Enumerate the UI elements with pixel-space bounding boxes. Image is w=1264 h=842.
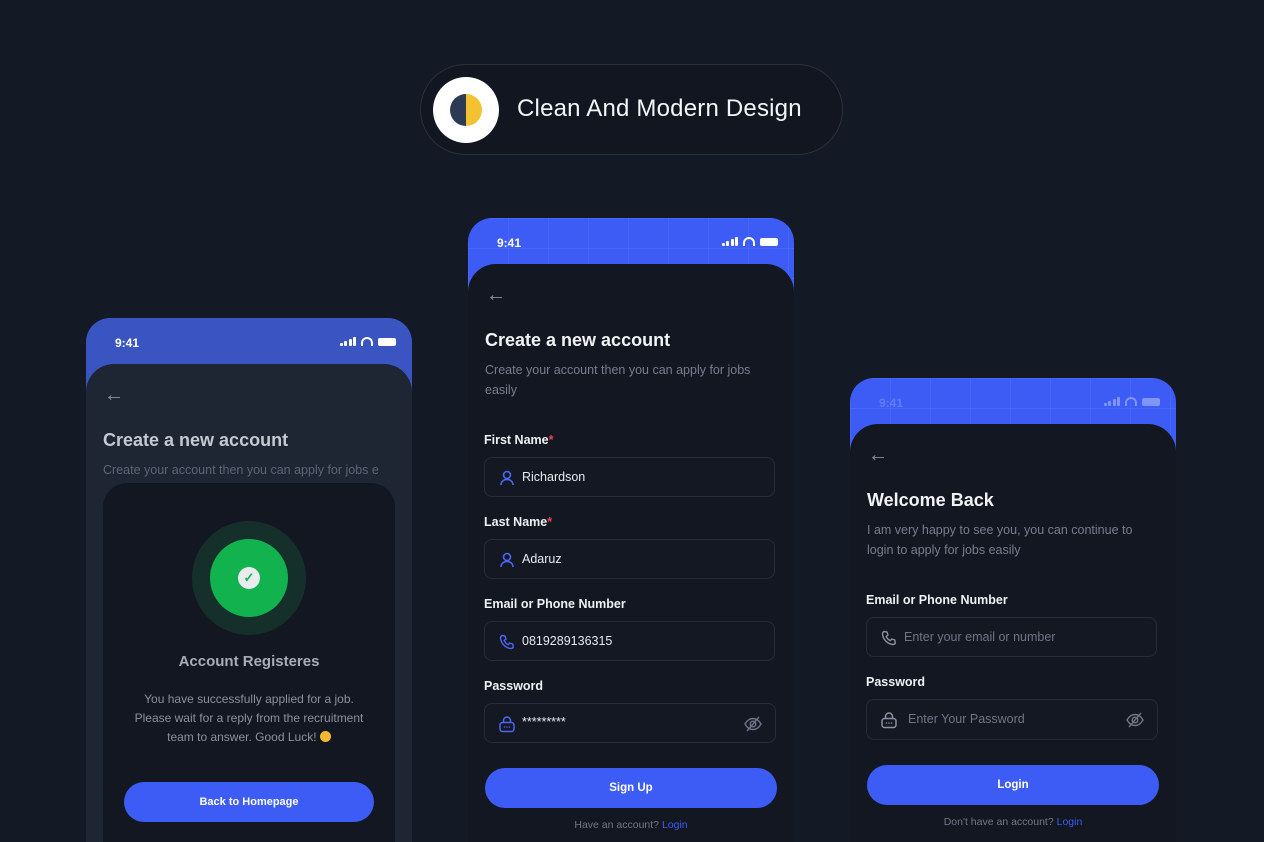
status-time: 9:41 xyxy=(115,336,140,350)
success-badge: ✓ xyxy=(192,521,306,635)
signup-screen: 9:41 ← Create a new account Create your … xyxy=(468,218,794,842)
email-label: Email or Phone Number xyxy=(484,597,626,611)
login-link[interactable]: Login xyxy=(1057,816,1083,828)
signal-icon xyxy=(721,237,738,246)
first-name-input[interactable]: Richardson xyxy=(484,457,775,497)
message-line: team to answer. Good Luck! xyxy=(167,730,317,744)
page-subtitle: Create your account then you can apply f… xyxy=(485,363,751,397)
wifi-icon xyxy=(361,337,373,346)
phone-icon xyxy=(498,633,516,651)
login-prompt: Have an account? Login xyxy=(574,819,688,831)
login-button[interactable]: Login xyxy=(867,765,1159,805)
page-subtitle: I am very happy to see you, you can cont… xyxy=(867,523,1133,557)
email-phone-input[interactable]: Enter your email or number xyxy=(866,617,1157,657)
login-link[interactable]: Login xyxy=(662,819,688,831)
status-icons xyxy=(1103,397,1160,406)
signup-prompt: Don't have an account? Login xyxy=(943,816,1083,828)
battery-icon xyxy=(760,238,778,246)
signal-icon xyxy=(339,337,356,346)
wifi-icon xyxy=(743,237,755,246)
half-moon-icon xyxy=(450,94,482,126)
sign-up-button[interactable]: Sign Up xyxy=(485,768,777,808)
password-input[interactable]: ********* xyxy=(484,703,776,743)
battery-icon xyxy=(1142,398,1160,406)
status-icons xyxy=(339,337,396,346)
page-title: Create a new account xyxy=(103,430,289,450)
back-arrow-icon[interactable]: ← xyxy=(104,384,124,407)
back-to-homepage-button[interactable]: Back to Homepage xyxy=(124,782,374,822)
banner-title: Clean And Modern Design xyxy=(517,95,802,122)
eye-off-icon[interactable] xyxy=(1125,710,1145,730)
content-sheet: ← Create a new account Create your accou… xyxy=(86,364,412,842)
login-screen: 9:41 ← Welcome Back I am very happy to s… xyxy=(850,378,1176,842)
message-line: You have successfully applied for a job. xyxy=(144,692,354,706)
wifi-icon xyxy=(1125,397,1137,406)
page-title: Create a new account xyxy=(485,330,671,350)
signal-icon xyxy=(1103,397,1120,406)
back-arrow-icon[interactable]: ← xyxy=(868,444,888,467)
password-label: Password xyxy=(866,675,926,689)
status-time: 9:41 xyxy=(497,236,522,250)
email-phone-input[interactable]: 0819289136315 xyxy=(484,621,775,661)
lock-icon xyxy=(880,711,898,729)
last-name-input[interactable]: Adaruz xyxy=(484,539,775,579)
check-icon: ✓ xyxy=(238,567,260,589)
feature-banner: Clean And Modern Design xyxy=(420,64,843,155)
message-line: Please wait for a reply from the recruit… xyxy=(134,711,364,725)
email-label: Email or Phone Number xyxy=(866,593,1008,607)
modal-message: You have successfully applied for a job.… xyxy=(113,690,385,747)
lock-icon xyxy=(498,715,516,733)
phone-icon xyxy=(880,629,898,647)
success-modal: ✓ Account Registeres You have successful… xyxy=(103,483,395,842)
last-name-label: Last Name* xyxy=(484,515,553,529)
user-icon xyxy=(498,551,516,569)
status-time: 9:41 xyxy=(879,396,904,410)
success-screen: 9:41 ← Create a new account Create your … xyxy=(86,318,412,842)
page-title: Welcome Back xyxy=(867,490,994,510)
content-sheet: ← Create a new account Create your accou… xyxy=(468,264,794,842)
first-name-label: First Name* xyxy=(484,433,554,447)
password-input[interactable]: Enter Your Password xyxy=(866,699,1158,740)
status-icons xyxy=(721,237,778,246)
content-sheet: ← Welcome Back I am very happy to see yo… xyxy=(850,424,1176,842)
back-arrow-icon[interactable]: ← xyxy=(486,284,506,307)
password-label: Password xyxy=(484,679,544,693)
battery-icon xyxy=(378,338,396,346)
logo xyxy=(433,77,499,143)
eye-off-icon[interactable] xyxy=(743,714,763,734)
user-icon xyxy=(498,469,516,487)
modal-title: Account Registeres xyxy=(178,653,320,670)
wink-emoji-icon xyxy=(319,731,331,742)
